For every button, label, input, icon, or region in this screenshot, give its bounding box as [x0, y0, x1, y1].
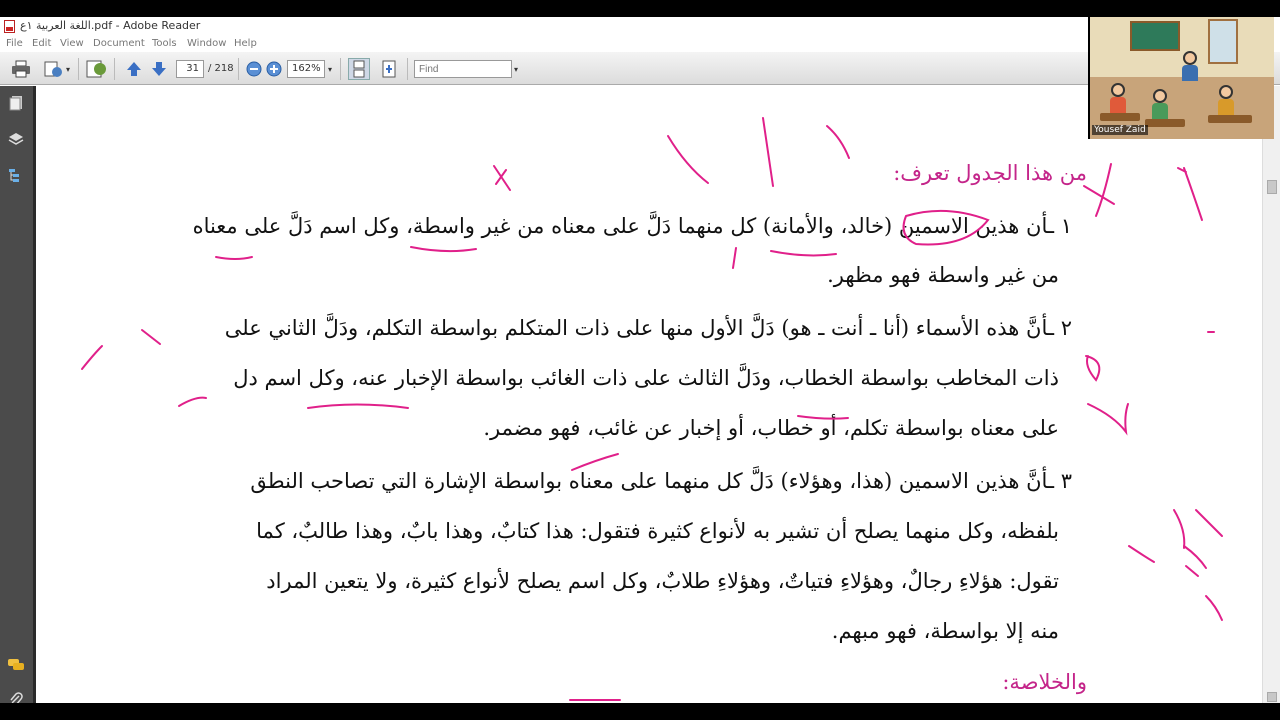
scrollbar-thumb[interactable]: [1267, 180, 1277, 194]
paragraph-3-line-3: تقول: هؤلاءِ رجالٌ، وهؤلاءِ فتياتٌ، وهؤل…: [266, 569, 1059, 593]
bookmarks-icon[interactable]: [7, 166, 25, 184]
desk: [1100, 113, 1140, 121]
classroom-window: [1208, 19, 1238, 64]
webcam-overlay: Yousef Zaid: [1088, 17, 1274, 139]
student-head: [1111, 83, 1125, 97]
desk: [1145, 119, 1185, 127]
zoom-dropdown-icon[interactable]: ▾: [325, 60, 335, 78]
page-number-input[interactable]: 31: [176, 60, 204, 78]
paragraph-1-line-1: ١ ـأن هذين الاسمين (خالد، والأمانة) كل م…: [192, 214, 1072, 238]
find-dropdown-icon[interactable]: ▾: [511, 60, 521, 78]
vertical-scrollbar[interactable]: [1262, 86, 1280, 703]
menu-edit[interactable]: Edit: [32, 38, 51, 49]
toolbar-separator: [78, 58, 79, 80]
menu-window[interactable]: Window: [187, 38, 226, 49]
paragraph-2-line-1: ٢ ـأنَّ هذه الأسماء (أنا ـ أنت ـ هو) دَل…: [224, 316, 1072, 340]
page-total: / 218: [208, 63, 234, 74]
student-head: [1153, 89, 1167, 103]
zoom-in-icon[interactable]: [263, 58, 285, 80]
find-input[interactable]: [414, 60, 512, 78]
comments-icon[interactable]: [7, 656, 25, 674]
menu-tools[interactable]: Tools: [152, 38, 177, 49]
pdf-file-icon: [4, 20, 15, 33]
paragraph-3-line-2: بلفظه، وكل منهما يصلح أن تشير به لأنواع …: [256, 519, 1059, 543]
share-icon[interactable]: [42, 58, 64, 80]
share-dropdown-icon[interactable]: ▾: [63, 60, 73, 78]
navigation-panel: [0, 86, 33, 703]
toolbar-separator: [114, 58, 115, 80]
toolbar-separator: [340, 58, 341, 80]
teacher-figure: [1182, 65, 1198, 81]
student-head: [1219, 85, 1233, 99]
paragraph-2-line-2: ذات المخاطب بواسطة الخطاب، ودَلَّ الثالث…: [233, 366, 1059, 390]
scrolling-mode-icon[interactable]: [348, 58, 370, 80]
scrollbar-arrow-down[interactable]: [1267, 692, 1277, 702]
paragraph-2-line-3: على معناه بواسطة تكلم، أو خطاب، أو إخبار…: [483, 416, 1059, 440]
student-figure: [1152, 103, 1168, 119]
toolbar-separator: [407, 58, 408, 80]
print-icon[interactable]: [10, 58, 32, 80]
fit-page-icon[interactable]: [378, 58, 400, 80]
zoom-level-input[interactable]: 162%: [287, 60, 325, 78]
paragraph-1-line-2: من غير واسطة فهو مظهر.: [827, 263, 1059, 287]
summary-heading: والخلاصة:: [1002, 670, 1087, 694]
paragraph-3-line-1: ٣ ـأنَّ هذين الاسمين (هذا، وهؤلاء) دَلَّ…: [250, 469, 1072, 493]
student-figure: [1110, 97, 1126, 113]
adobe-reader-window: اللغة العربية ١ع.pdf - Adobe Reader File…: [0, 17, 1280, 703]
paragraph-3-line-4: منه إلا بواسطة، فهو مبهم.: [831, 619, 1059, 643]
section-heading: من هذا الجدول تعرف:: [893, 161, 1087, 185]
sign-icon[interactable]: [86, 58, 108, 80]
previous-page-icon[interactable]: [123, 58, 145, 80]
pages-icon[interactable]: [7, 94, 25, 112]
menu-help[interactable]: Help: [234, 38, 257, 49]
next-page-icon[interactable]: [148, 58, 170, 80]
attachments-icon[interactable]: [7, 691, 25, 703]
menu-view[interactable]: View: [60, 38, 84, 49]
toolbar-separator: [238, 58, 239, 80]
window-title: اللغة العربية ١ع.pdf - Adobe Reader: [20, 19, 201, 32]
teacher-head: [1183, 51, 1197, 65]
layers-icon[interactable]: [7, 130, 25, 148]
student-figure: [1218, 99, 1234, 115]
menu-file[interactable]: File: [6, 38, 23, 49]
desk: [1208, 115, 1252, 123]
document-view[interactable]: من هذا الجدول تعرف: ١ ـأن هذين الاسمين (…: [33, 86, 1262, 703]
zoom-out-icon[interactable]: [243, 58, 265, 80]
participant-name: Yousef Zaid: [1092, 125, 1148, 135]
chalkboard-image: [1130, 21, 1180, 51]
menu-document[interactable]: Document: [93, 38, 145, 49]
